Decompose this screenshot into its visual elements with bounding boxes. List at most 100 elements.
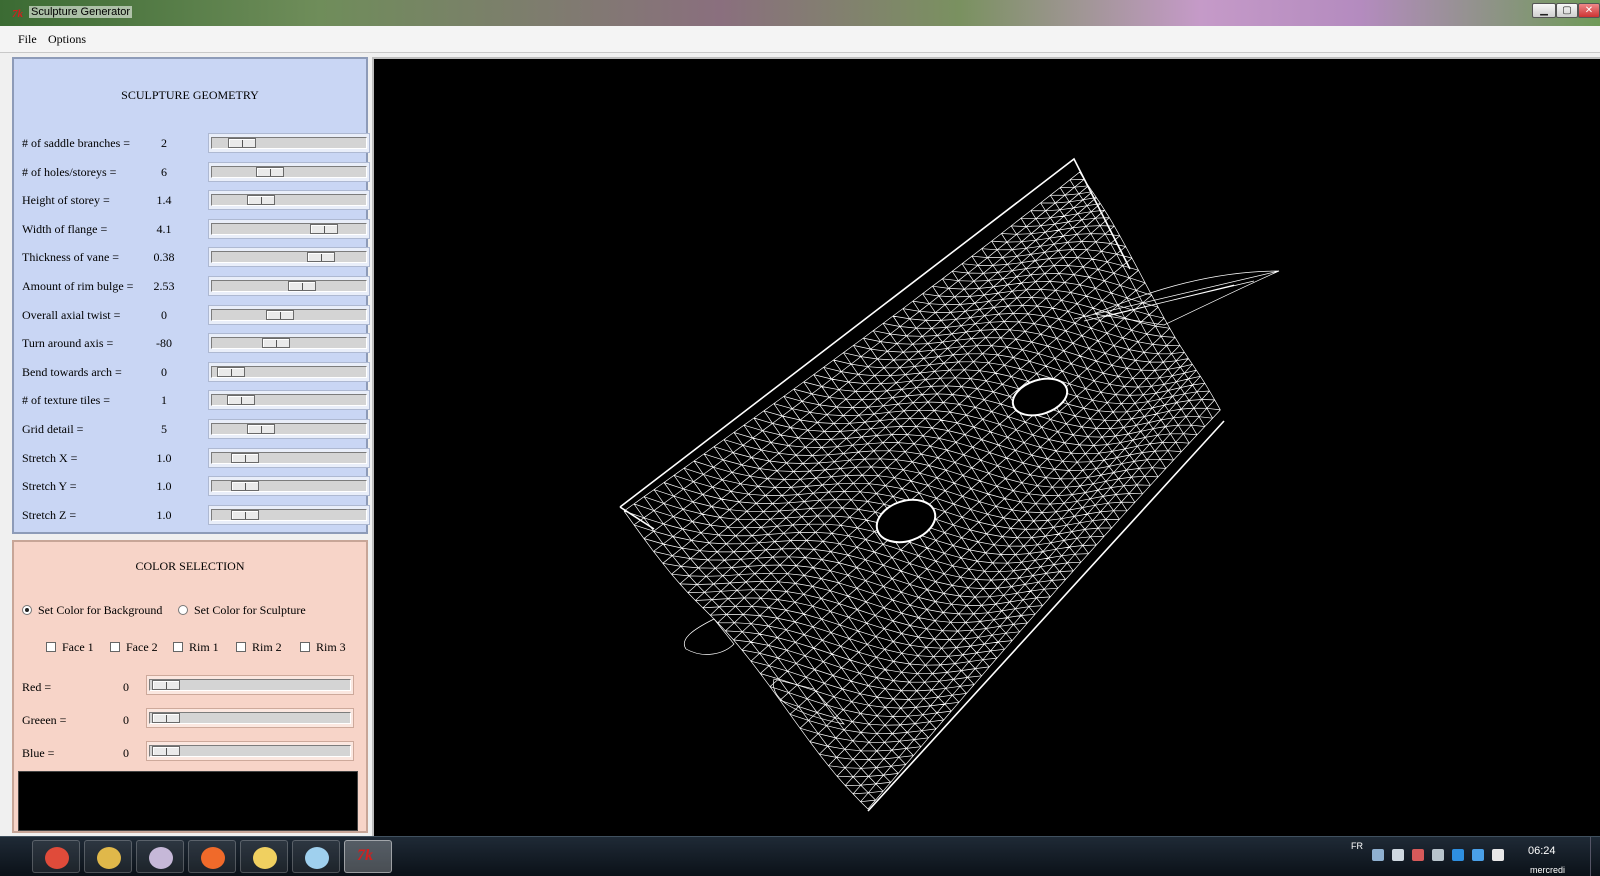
slider-trough[interactable] [211,337,367,350]
slider-trough[interactable] [211,423,367,435]
slider-trough[interactable] [149,679,351,691]
slider-handle[interactable] [247,424,276,434]
param-value: 0.38 [153,250,175,265]
param-slider[interactable] [208,419,370,439]
slider-handle[interactable] [230,481,259,492]
geometry-title: SCULPTURE GEOMETRY [121,88,259,102]
param-slider[interactable] [208,133,370,153]
clock-time[interactable]: 06:24 [1528,845,1556,857]
checkbox-rim-2[interactable]: Rim 2 [236,640,282,655]
taskbar-app-paint[interactable] [136,840,184,873]
rgb-slider[interactable] [146,675,354,695]
param-slider[interactable] [208,333,370,354]
slider-trough[interactable] [211,280,367,292]
checkbox-label: Rim 2 [252,640,282,654]
checkbox-face-2[interactable]: Face 2 [110,640,158,655]
param-label: Amount of rim bulge = [22,279,134,293]
param-slider[interactable] [208,276,370,296]
radio-set-color-background[interactable]: Set Color for Background [22,603,162,618]
taskbar-app-folder[interactable] [240,840,288,873]
slider-handle[interactable] [228,138,257,148]
param-slider[interactable] [208,218,370,239]
slider-trough[interactable] [211,251,367,264]
checkbox-rim-3[interactable]: Rim 3 [300,640,346,655]
checkbox-face-1[interactable]: Face 1 [46,640,94,655]
window-title-bar[interactable]: 7k Sculpture Generator ▁ ▢ ✕ [0,0,1600,26]
slider-handle[interactable] [310,223,339,234]
slider-handle[interactable] [152,680,180,690]
notepad-icon [305,847,329,869]
param-slider[interactable] [208,390,370,411]
slider-handle[interactable] [227,395,256,406]
slider-trough[interactable] [211,137,367,149]
param-slider[interactable] [208,247,370,268]
slider-handle[interactable] [256,166,285,177]
param-slider[interactable] [208,504,370,525]
network-signal-icon[interactable] [1392,849,1404,861]
slider-handle[interactable] [247,195,276,206]
checkbox-box[interactable] [110,642,120,652]
close-icon: ✕ [1584,5,1594,16]
slider-handle[interactable] [262,338,291,349]
slider-trough[interactable] [211,480,367,493]
sculpture-viewport[interactable] [372,57,1600,836]
taskbar-app-chrome[interactable] [32,840,80,873]
slider-trough[interactable] [149,712,351,724]
action-center-flag-icon[interactable] [1492,849,1504,861]
taskbar-app-notepad[interactable] [292,840,340,873]
slider-handle[interactable] [306,252,335,263]
slider-trough[interactable] [149,745,351,757]
slider-trough[interactable] [211,308,367,321]
slider-trough[interactable] [211,451,367,464]
param-slider[interactable] [208,190,370,211]
slider-handle[interactable] [287,281,316,291]
show-desktop-button[interactable] [1590,837,1600,876]
minimize-button[interactable]: ▁ [1532,3,1556,18]
taskbar-app-tk-feather[interactable]: 7k [344,840,392,873]
slider-trough[interactable] [211,165,367,178]
tk-feather-icon: 7k [357,847,373,864]
checkbox-box[interactable] [300,642,310,652]
checkbox-box[interactable] [236,642,246,652]
slider-trough[interactable] [211,365,367,378]
slider-handle[interactable] [217,366,246,377]
power-icon[interactable] [1452,849,1464,861]
param-slider[interactable] [208,476,370,497]
param-slider[interactable] [208,161,370,182]
param-label: Bend towards arch = [22,364,122,379]
rgb-slider[interactable] [146,708,354,728]
slider-trough[interactable] [211,222,367,235]
menu-options[interactable]: Options [48,32,86,47]
param-value: 1.0 [156,479,172,494]
param-slider[interactable] [208,447,370,468]
slider-trough[interactable] [211,194,367,207]
slider-handle[interactable] [230,509,259,520]
system-tray [1372,849,1512,863]
slider-handle[interactable] [230,452,259,463]
radio-set-color-sculpture[interactable]: Set Color for Sculpture [178,603,306,618]
taskbar-app-file-explorer[interactable] [84,840,132,873]
slider-handle[interactable] [152,746,180,756]
param-row: Stretch Z = 1.0 [22,504,370,526]
clock-day[interactable]: mercredi [1530,865,1565,875]
checkbox-rim-1[interactable]: Rim 1 [173,640,219,655]
checkbox-box[interactable] [46,642,56,652]
checkbox-box[interactable] [173,642,183,652]
maximize-button[interactable]: ▢ [1556,3,1578,18]
rgb-slider[interactable] [146,741,354,761]
language-indicator[interactable]: FR [1351,841,1363,851]
close-button[interactable]: ✕ [1578,3,1600,18]
wireframe-sculpture [619,157,1280,812]
taskbar-app-firefox[interactable] [188,840,236,873]
param-slider[interactable] [208,304,370,325]
volume-muted-icon[interactable] [1412,849,1424,861]
display-icon[interactable] [1432,849,1444,861]
slider-trough[interactable] [211,394,367,407]
menu-file[interactable]: File [18,32,37,47]
update-icon[interactable] [1472,849,1484,861]
slider-handle[interactable] [152,713,180,723]
bluetooth-icon[interactable] [1372,849,1384,861]
slider-trough[interactable] [211,508,367,521]
slider-handle[interactable] [266,309,295,320]
param-slider[interactable] [208,361,370,382]
